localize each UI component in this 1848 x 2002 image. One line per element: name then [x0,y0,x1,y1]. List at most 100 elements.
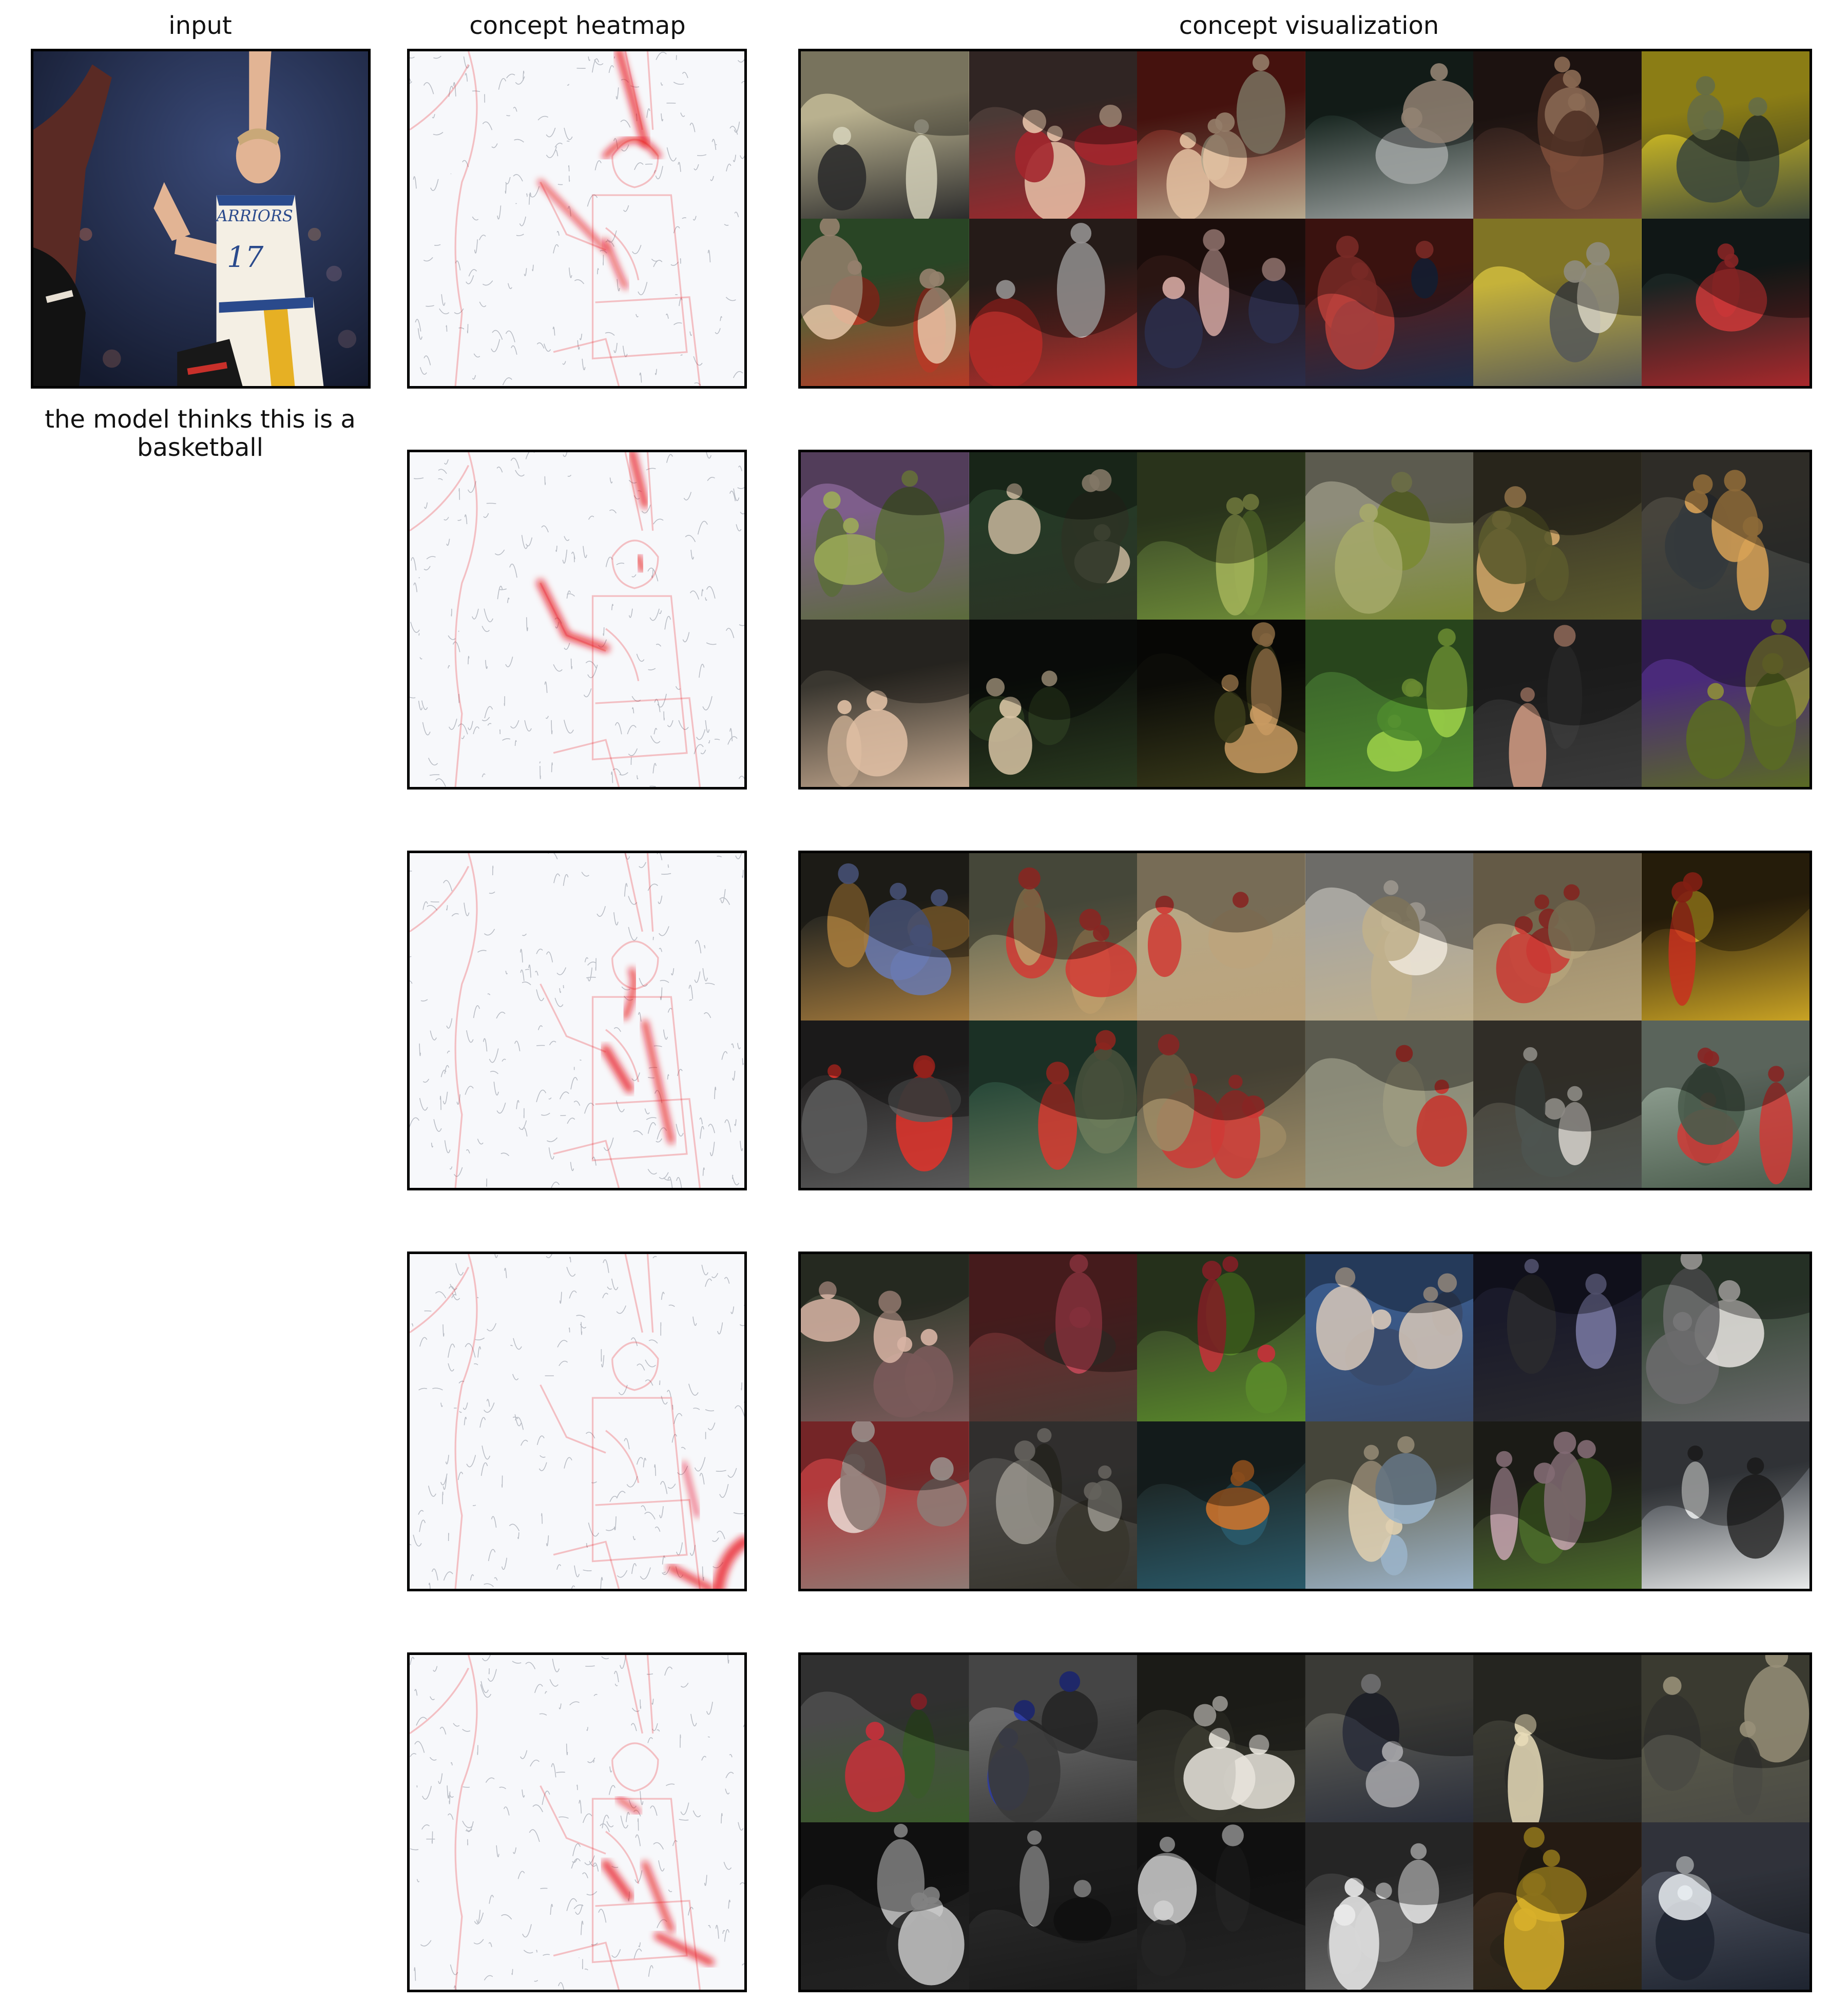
example-image-content [969,1021,1137,1170]
subject-blob [845,1739,905,1813]
concept-example-image [1473,1655,1642,1822]
subject-blob [801,1080,868,1173]
heatmap-svg [410,51,744,386]
concept-mask-shade [1473,1254,1642,1314]
subject-blob [988,499,1041,554]
example-image-content [1473,1421,1642,1564]
example-image-content [1137,452,1305,616]
concept-example-image [1641,51,1810,219]
concept-example-image [1473,1822,1642,1990]
concept-mask-shade [1641,51,1810,162]
subject-head [823,491,841,509]
example-image-content [1473,1822,1642,1990]
concept-example-image [1305,1021,1473,1188]
example-image-content [1305,51,1473,184]
example-image-content [1305,620,1473,772]
concept-example-image [1305,1655,1473,1822]
concept-example-image [801,1655,969,1822]
concept-example-image [1305,1254,1473,1421]
concept-example-image [969,1421,1137,1589]
example-image-content [1641,620,1810,779]
subject-head [837,700,852,715]
concept-example-image [1305,620,1473,787]
example-image-content [1641,219,1810,332]
concept-example-image [969,1254,1137,1421]
subject-head [1153,1900,1174,1921]
concept-example-image [969,219,1137,386]
concept-example-image [1305,1421,1473,1589]
concept-example-image [1641,452,1810,620]
example-image-content [1641,853,1810,1006]
concept-mask-shade [1137,1655,1305,1751]
subject-head [1707,683,1724,700]
concept-visualization-grid-3 [798,851,1812,1190]
heat-hotspot [635,553,646,573]
concept-mask-shade [1305,1421,1473,1505]
concept-mask-shade [969,1021,1137,1120]
example-image-content [1641,452,1810,611]
concept-heatmap-header: concept heatmap [469,11,686,40]
subject-blob [1147,913,1182,977]
concept-example-image [969,1822,1137,1990]
subject-blob [1214,691,1246,743]
concept-example-image [969,51,1137,219]
example-image-content [1305,1655,1473,1807]
concept-example-image [1305,1822,1473,1990]
concept-mask-shade [1641,1421,1810,1526]
concept-example-image [1137,1822,1305,1990]
concept-mask-shade [969,1822,1137,1941]
example-image-content [969,853,1137,1014]
example-image-content [1137,620,1305,774]
concept-mask-shade [969,853,1137,960]
concept-example-image [1137,452,1305,620]
concept-mask-shade [1473,51,1642,157]
concept-example-image [1137,51,1305,219]
concept-example-image [1641,1421,1810,1589]
concept-mask-shade [1473,1021,1642,1132]
subject-blob [1316,1285,1374,1371]
concept-visualization-grid-1 [798,49,1812,389]
concept-mask-shade [1305,1655,1473,1757]
concept-example-image [801,452,969,620]
input-image: 17 ARRIORS [31,49,371,389]
heatmap-svg [410,1254,744,1589]
example-image-content [1473,219,1642,362]
example-image-content [1137,853,1305,977]
concept-example-image [1305,452,1473,620]
concept-example-image [1641,620,1810,787]
concept-example-image [801,219,969,386]
example-image-content [1305,1822,1473,1990]
subject-blob [1183,1746,1256,1811]
concept-example-image [801,853,969,1021]
concept-example-image [1641,219,1810,386]
concept-example-image [1137,1655,1305,1822]
example-image-content [969,1421,1137,1589]
example-image-content [801,452,969,597]
concept-example-image [1305,853,1473,1021]
concept-heatmap-2 [407,450,747,790]
subject-blob [1014,129,1054,183]
concept-example-image [1641,1021,1810,1188]
example-image-content [1641,1822,1810,1981]
example-image-content [1305,1254,1473,1386]
heatmap-svg [410,853,744,1188]
jersey-text: ARRIORS [215,207,293,225]
example-image-content [801,620,969,787]
example-image-content [801,1021,969,1173]
concept-example-image [969,452,1137,620]
concept-mask-shade [1641,620,1810,687]
concept-example-image [1473,1421,1642,1589]
concept-example-image [1305,51,1473,219]
concept-mask-shade [1137,1254,1305,1354]
heatmap-svg [410,1655,744,1990]
example-image-content [1137,51,1305,219]
concept-heatmap-5 [407,1652,747,1992]
example-image-content [1137,1254,1305,1414]
concept-mask-shade [969,51,1137,145]
concept-example-image [801,1021,969,1188]
concept-example-image [1641,1822,1810,1990]
heatmap-svg [410,452,744,787]
example-image-content [1473,51,1642,210]
subject-head [1359,504,1378,522]
concept-mask-shade [1137,1421,1305,1507]
